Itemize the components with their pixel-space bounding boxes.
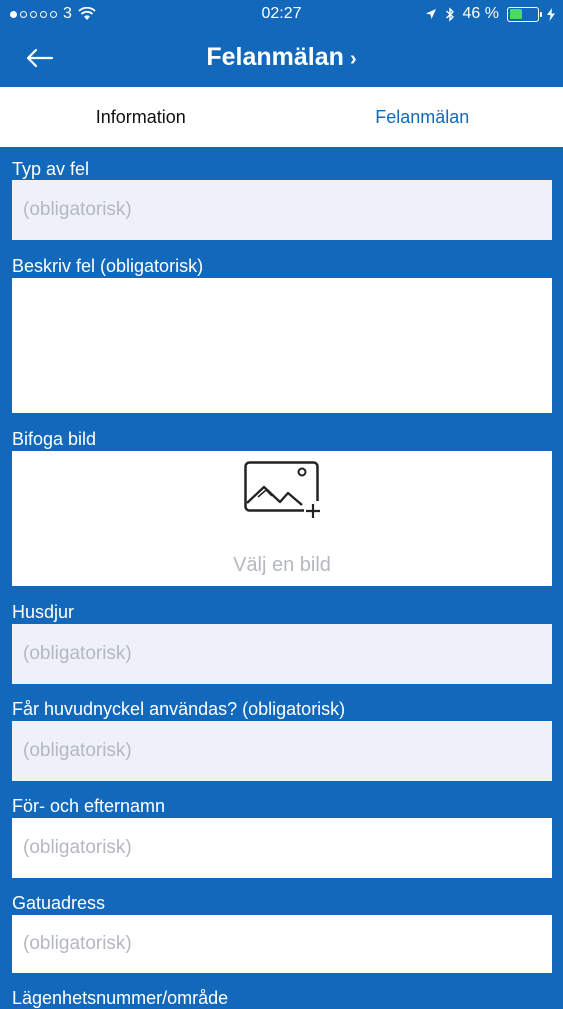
type-select[interactable]: (obligatorisk) xyxy=(12,180,552,240)
street-input[interactable]: (obligatorisk) xyxy=(12,915,552,973)
battery-icon xyxy=(507,7,539,22)
type-label: Typ av fel xyxy=(12,159,89,180)
name-label: För- och efternamn xyxy=(12,796,165,817)
nav-bar: Felanmälan › xyxy=(0,30,563,87)
page-title-text: Felanmälan xyxy=(206,43,344,71)
street-label: Gatuadress xyxy=(12,893,105,914)
attach-label: Bifoga bild xyxy=(12,429,96,450)
location-arrow-icon xyxy=(425,8,437,20)
masterkey-select[interactable]: (obligatorisk) xyxy=(12,721,552,781)
pets-select[interactable]: (obligatorisk) xyxy=(12,624,552,684)
tab-bar: Information Felanmälan xyxy=(0,87,563,147)
bluetooth-icon xyxy=(445,7,455,22)
status-right: 46 % xyxy=(425,5,555,23)
status-bar: 3 02:27 46 % xyxy=(0,0,563,30)
apartment-label: Lägenhetsnummer/område xyxy=(12,988,228,1009)
pets-label: Husdjur xyxy=(12,602,74,623)
name-input[interactable]: (obligatorisk) xyxy=(12,818,552,878)
charging-bolt-icon xyxy=(547,8,555,21)
chevron-right-icon: › xyxy=(350,48,357,70)
tab-information[interactable]: Information xyxy=(0,87,282,147)
masterkey-label: Får huvudnyckel användas? (obligatorisk) xyxy=(12,699,345,720)
choose-image-label: Välj en bild xyxy=(12,554,552,577)
choose-image-button[interactable]: Välj en bild xyxy=(12,451,552,586)
describe-textarea[interactable] xyxy=(12,278,552,413)
page-title[interactable]: Felanmälan › xyxy=(0,43,563,72)
tab-felanmalan[interactable]: Felanmälan xyxy=(282,87,563,147)
battery-percent: 46 % xyxy=(463,5,499,23)
add-image-icon xyxy=(244,461,324,523)
describe-label: Beskriv fel (obligatorisk) xyxy=(12,256,203,277)
